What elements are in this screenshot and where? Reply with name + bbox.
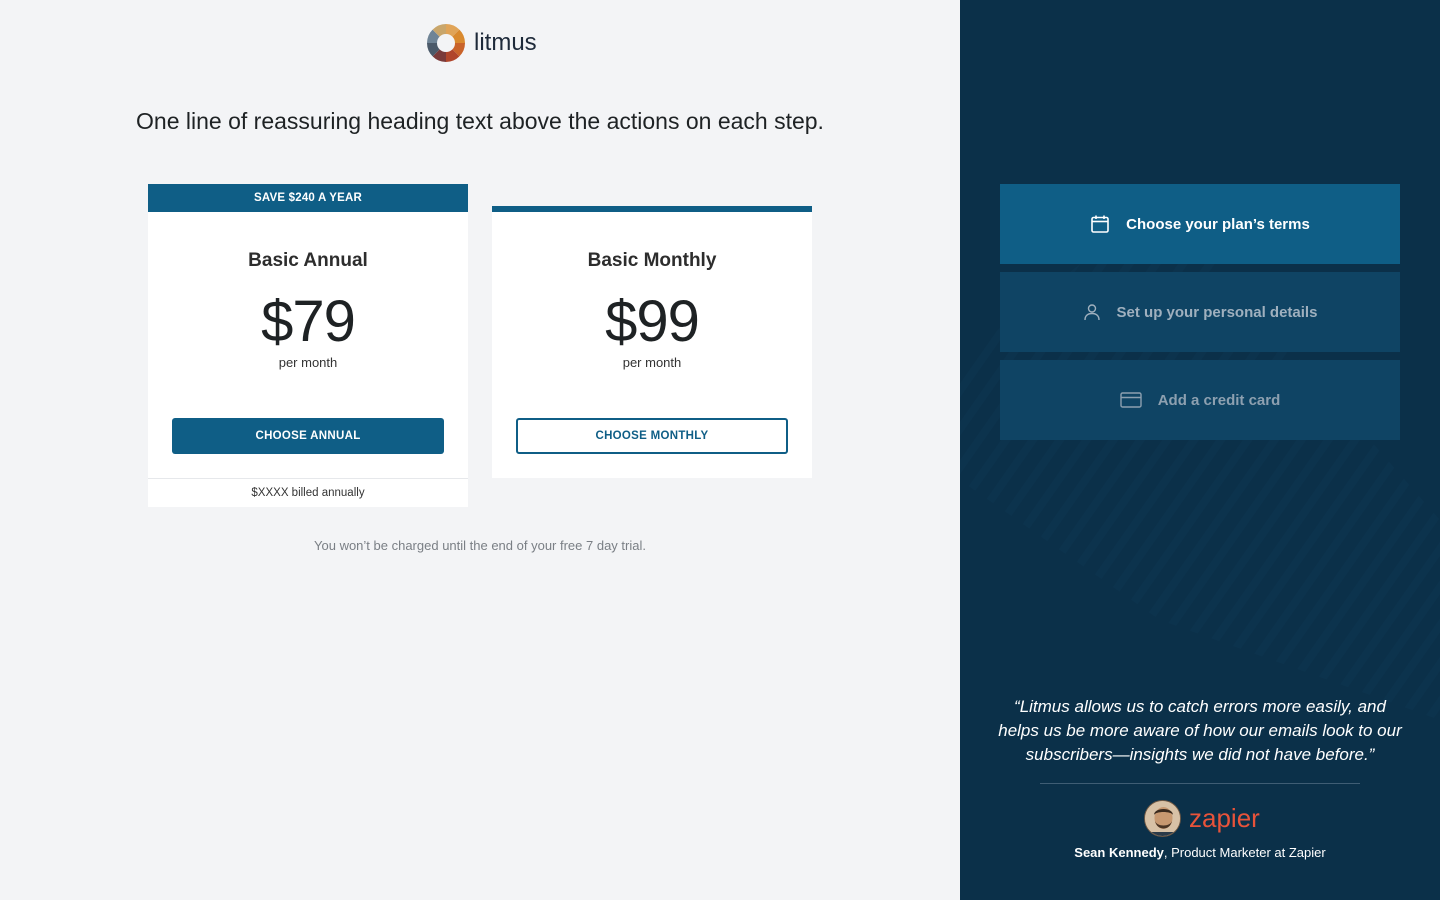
step-choose-plan[interactable]: Choose your plan’s terms — [1000, 184, 1400, 264]
step-label: Choose your plan’s terms — [1126, 215, 1310, 233]
step-label: Set up your personal details — [1116, 303, 1318, 321]
litmus-logo: litmus — [426, 23, 537, 63]
price-period: per month — [622, 355, 682, 370]
plan-card-annual: SAVE $240 A YEAR Basic Annual $79 per mo… — [148, 184, 468, 507]
logo-wordmark: litmus — [474, 29, 537, 56]
main-panel: litmus One line of reassuring heading te… — [0, 0, 960, 900]
user-icon — [1083, 303, 1101, 321]
trial-note: You won’t be charged until the end of yo… — [314, 538, 646, 553]
litmus-logo-icon — [427, 24, 465, 62]
savings-banner: SAVE $240 A YEAR — [148, 184, 468, 212]
credit-card-icon — [1120, 392, 1142, 408]
step-credit-card[interactable]: Add a credit card — [1000, 360, 1400, 440]
testimonial-author: Sean Kennedy, Product Marketer at Zapier — [960, 845, 1440, 860]
choose-monthly-button[interactable]: CHOOSE MONTHLY — [516, 418, 788, 454]
avatar — [1144, 800, 1181, 837]
steps-sidebar: Choose your plan’s terms Set up your per… — [960, 0, 1440, 900]
page-heading: One line of reassuring heading text abov… — [136, 108, 824, 134]
plan-price: $99 — [605, 289, 700, 354]
zapier-logo: zapier — [1189, 803, 1260, 833]
step-label: Add a credit card — [1157, 391, 1281, 409]
author-name: Sean Kennedy — [1074, 845, 1164, 860]
choose-annual-button[interactable]: CHOOSE ANNUAL — [172, 418, 444, 454]
plan-name: Basic Monthly — [587, 250, 717, 271]
testimonial-quote: “Litmus allows us to catch errors more e… — [998, 697, 1402, 764]
plan-name: Basic Annual — [248, 250, 368, 271]
plan-price: $79 — [261, 289, 356, 354]
author-role: , Product Marketer at Zapier — [1163, 845, 1326, 860]
billing-note: $XXXX billed annually — [148, 478, 468, 507]
price-period: per month — [278, 355, 338, 370]
calendar-icon — [1090, 214, 1110, 234]
divider — [1040, 783, 1360, 784]
plan-card-monthly: Basic Monthly $99 per month CHOOSE MONTH… — [492, 206, 812, 478]
step-personal-details[interactable]: Set up your personal details — [1000, 272, 1400, 352]
testimonial-brand: zapier — [1144, 800, 1260, 837]
